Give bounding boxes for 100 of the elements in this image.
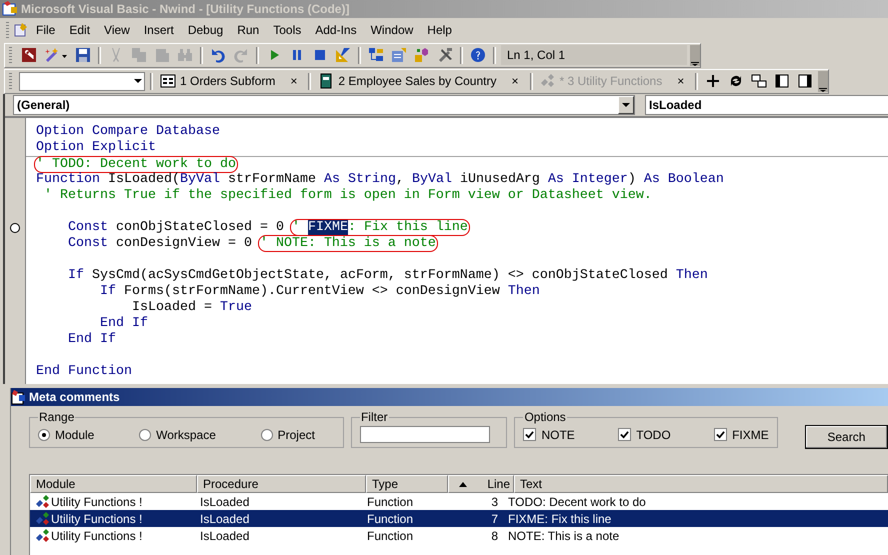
properties-icon[interactable] (389, 45, 409, 65)
dropdown-arrow-icon[interactable] (134, 78, 142, 82)
table-cell-text: TODO: Decent work to do (507, 494, 647, 508)
toolbar-options-icon[interactable] (818, 70, 828, 92)
menu-item[interactable]: View (97, 23, 137, 37)
table-cell: Utility Functions ! (51, 494, 142, 508)
module-icon (540, 73, 556, 89)
checkbox-option[interactable]: NOTE (523, 428, 575, 442)
close-tab-button[interactable]: × (667, 74, 690, 88)
code-text: IsLoaded = (130, 300, 213, 315)
code-text: strFormName (226, 172, 317, 187)
table-cell: Utility Functions ! (51, 528, 142, 542)
result-row[interactable]: Utility Functions ! IsLoaded Function 8 NOTE: This is a note (30, 527, 888, 544)
code-text: End If (98, 316, 148, 331)
code-text: Option Compare Database (36, 124, 220, 139)
set-square-icon[interactable] (333, 45, 353, 65)
filter-field[interactable] (360, 426, 490, 443)
book-icon (318, 73, 334, 89)
column-header[interactable]: Text (514, 475, 888, 493)
radio-option[interactable]: Workspace (139, 428, 216, 442)
toolbar-handle[interactable] (9, 73, 12, 89)
menu-item[interactable]: Window (364, 23, 420, 37)
checkmark-icon[interactable] (620, 430, 630, 439)
help-icon[interactable] (468, 45, 488, 65)
table-cell: Utility Functions ! (51, 512, 142, 526)
code-text: conDesignView = 0 (114, 236, 253, 251)
code-text: , (396, 172, 404, 187)
sort-ascending-icon (459, 482, 467, 486)
table-cell-text: NOTE: This is a note (507, 528, 620, 542)
menu-item[interactable]: Add-Ins (308, 23, 364, 37)
radio-option[interactable]: Project (260, 428, 315, 442)
column-header[interactable]: Module (30, 475, 197, 493)
table-cell-text: Function (366, 528, 414, 542)
group-label: Options (523, 410, 567, 424)
code-text: As Boolean (644, 172, 724, 187)
code-text: iUnusedArg (458, 172, 541, 187)
comment-annotation: ' FIXME: Fix this line (290, 219, 470, 236)
group-label: Range (38, 410, 76, 424)
code-text: ByVal (180, 172, 220, 187)
document-icon[interactable] (13, 22, 29, 38)
code-text: ByVal (412, 172, 452, 187)
column-header[interactable]: Type (366, 475, 448, 493)
table-cell-text: IsLoaded (199, 512, 250, 526)
code-text: Const (66, 236, 108, 251)
procedure-dropdown[interactable]: IsLoaded (645, 95, 888, 115)
code-text: Function (36, 172, 100, 187)
table-cell-text: FIXME: Fix this line (507, 512, 612, 526)
menu-item[interactable]: Edit (62, 23, 98, 37)
breakpoint-marker[interactable] (10, 223, 20, 233)
code-text: As String (324, 172, 396, 187)
menu-item[interactable]: Insert (136, 23, 181, 37)
code-text: Then (676, 268, 708, 283)
table-cell-text: 7 (490, 512, 499, 526)
code-text: Const (66, 220, 108, 235)
document-tab[interactable]: 1 Orders Subform (158, 73, 278, 89)
window-title: Microsoft Visual Basic - Nwind - [Utility Functions (Code)] (21, 2, 350, 16)
checkmark-icon[interactable] (716, 430, 726, 439)
checkmark-icon[interactable] (525, 430, 534, 439)
object-dropdown[interactable]: (General) (13, 95, 635, 115)
code-editor[interactable] (26, 118, 888, 384)
code-text: ) (628, 172, 637, 187)
module-icon (35, 510, 51, 526)
dropdown-arrow-icon[interactable] (622, 103, 630, 107)
code-text: SysCmd(acSysCmdGetObjectState, acForm, strFormName) <> conObjStateClosed (90, 268, 669, 283)
code-text: End If (66, 332, 116, 347)
menu-item[interactable]: Run (230, 23, 266, 37)
result-row[interactable]: Utility Functions ! IsLoaded Function 7 FIXME: Fix this line (30, 510, 888, 527)
menu-item[interactable]: Tools (266, 23, 308, 37)
code-text: ' Returns True if the specified form is open in Form view or Datasheet view. (42, 188, 652, 203)
table-cell-text: IsLoaded (199, 494, 250, 508)
toolbar-options-icon[interactable] (690, 44, 700, 66)
toolbar-handle[interactable] (9, 47, 12, 63)
code-text: Forms(strFormName).CurrentView <> conDesignView (122, 284, 501, 299)
column-header[interactable]: Line (448, 475, 514, 493)
module-icon (35, 494, 51, 510)
code-text: conObjStateClosed = 0 (114, 220, 285, 235)
window-dropdown[interactable] (19, 72, 145, 90)
menu-item[interactable]: Debug (180, 23, 230, 37)
search-button[interactable]: Search (804, 425, 888, 449)
table-cell-text: Function (366, 494, 414, 508)
menu-item[interactable]: File (29, 23, 62, 37)
code-text: True (220, 300, 252, 315)
column-header[interactable]: Procedure (197, 475, 366, 493)
code-text: If (98, 284, 116, 299)
table-cell-text: Function (366, 512, 414, 526)
checkbox-option[interactable]: TODO (618, 428, 671, 442)
code-text: As Integer (548, 172, 628, 187)
key-icon[interactable] (19, 45, 39, 65)
close-tab-button[interactable]: × (280, 74, 304, 88)
toolbar-handle[interactable] (6, 22, 9, 38)
checkbox-option[interactable]: FIXME (714, 428, 769, 442)
form-icon (160, 73, 176, 89)
close-tab-button[interactable]: × (501, 74, 524, 88)
panel-icon (11, 389, 27, 405)
comment-annotation: ' NOTE: This is a note (258, 235, 438, 252)
result-row[interactable]: Utility Functions ! IsLoaded Function 3 TODO: Decent work to do (30, 493, 888, 510)
table-cell-text: 3 (490, 494, 499, 508)
radio-option[interactable]: Module (38, 428, 94, 442)
document-tab[interactable]: 2 Employee Sales by Country (316, 73, 498, 89)
menu-item[interactable]: Help (420, 23, 459, 37)
